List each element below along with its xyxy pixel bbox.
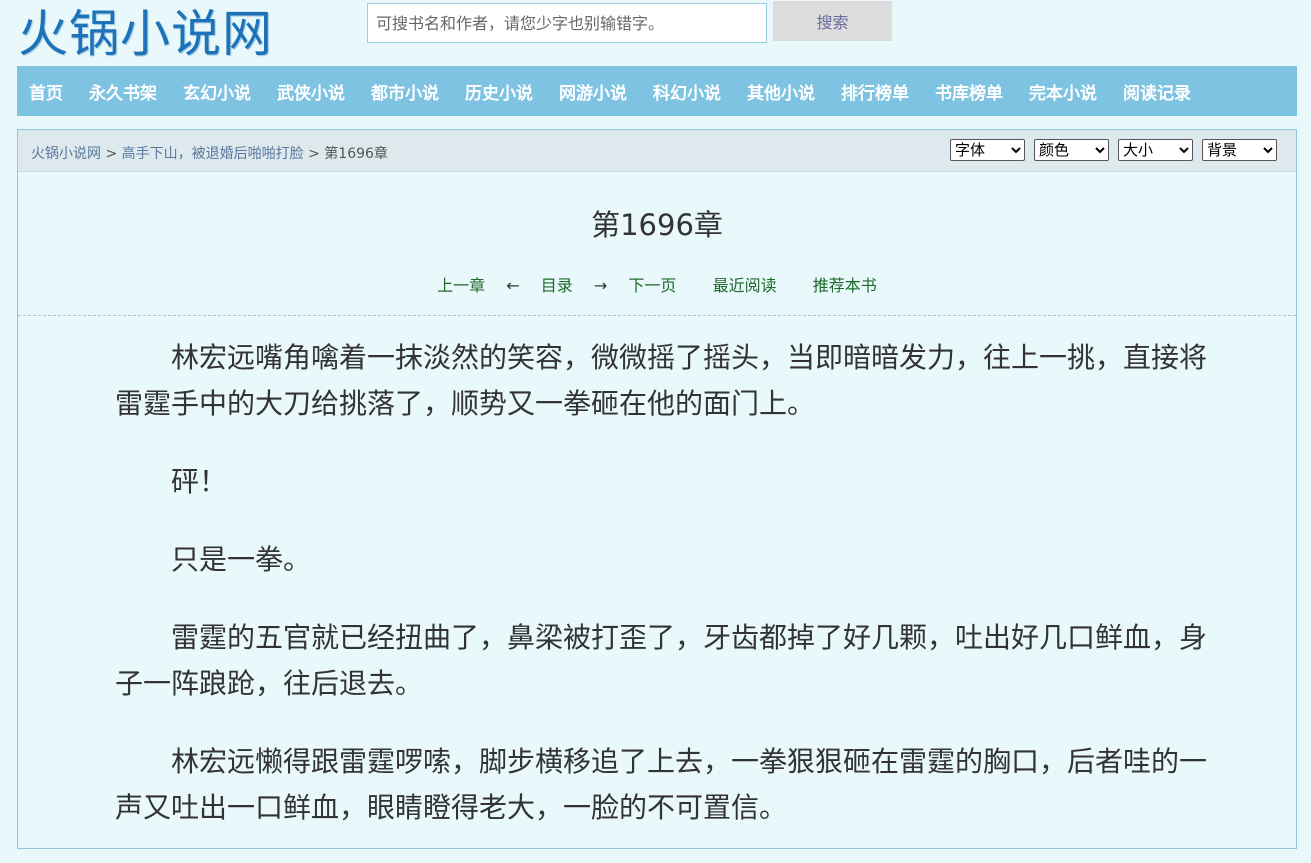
divider	[18, 315, 1296, 316]
breadcrumb-separator: >	[308, 146, 320, 162]
nav-wuxia[interactable]: 武侠小说	[277, 79, 345, 104]
nav-home[interactable]: 首页	[29, 79, 63, 104]
header: 火锅小说网 搜索	[0, 0, 1311, 66]
breadcrumb: 火锅小说网 > 高手下山，被退婚后啪啪打脸 > 第1696章	[31, 143, 388, 163]
right-arrow-icon: →	[593, 276, 608, 295]
breadcrumb-home[interactable]: 火锅小说网	[31, 146, 101, 162]
nav-wangyou[interactable]: 网游小说	[559, 79, 627, 104]
background-select[interactable]: 背景	[1202, 139, 1277, 161]
recommend-book-link[interactable]: 推荐本书	[813, 276, 877, 295]
paragraph: 砰！	[171, 465, 228, 498]
nav-xuanhuan[interactable]: 玄幻小说	[183, 79, 251, 104]
toc-link[interactable]: 目录	[541, 276, 573, 295]
recent-reading-link[interactable]: 最近阅读	[713, 276, 777, 295]
nav-completed[interactable]: 完本小说	[1029, 79, 1097, 104]
size-select[interactable]: 大小	[1118, 139, 1193, 161]
search-input[interactable]	[367, 3, 767, 43]
breadcrumb-current: 第1696章	[324, 146, 388, 162]
nav-lishi[interactable]: 历史小说	[465, 79, 533, 104]
nav-bookshelf[interactable]: 永久书架	[89, 79, 157, 104]
chapter-content: 林宏远嘴角噙着一抹淡然的笑容，微微摇了摇头，当即暗暗发力，往上一挑，直接将雷霆手…	[115, 335, 1215, 863]
left-arrow-icon: ←	[506, 276, 520, 295]
breadcrumb-bar: 火锅小说网 > 高手下山，被退婚后啪啪打脸 > 第1696章 字体 颜色 大小 …	[18, 130, 1296, 172]
site-logo[interactable]: 火锅小说网	[18, 0, 273, 66]
nav-library-ranking[interactable]: 书库榜单	[935, 79, 1003, 104]
nav-history[interactable]: 阅读记录	[1123, 79, 1191, 104]
nav-dushi[interactable]: 都市小说	[371, 79, 439, 104]
nav-qita[interactable]: 其他小说	[747, 79, 815, 104]
breadcrumb-book[interactable]: 高手下山，被退婚后啪啪打脸	[122, 146, 304, 162]
paragraph: 林宏远嘴角噙着一抹淡然的笑容，微微摇了摇头，当即暗暗发力，往上一挑，直接将雷霆手…	[115, 341, 1208, 420]
chapter-nav: 上一章 ← 目录 → 下一页 最近阅读 推荐本书	[18, 272, 1296, 296]
color-select[interactable]: 颜色	[1034, 139, 1109, 161]
prev-chapter-link[interactable]: 上一章	[437, 276, 485, 295]
next-page-link[interactable]: 下一页	[628, 276, 676, 295]
paragraph: 林宏远懒得跟雷霆啰嗦，脚步横移追了上去，一拳狠狠砸在雷霆的胸口，后者哇的一声又吐…	[115, 745, 1208, 824]
main-nav: 首页 永久书架 玄幻小说 武侠小说 都市小说 历史小说 网游小说 科幻小说 其他…	[17, 66, 1297, 116]
nav-ranking[interactable]: 排行榜单	[841, 79, 909, 104]
font-select[interactable]: 字体	[950, 139, 1025, 161]
search-button[interactable]: 搜索	[773, 1, 892, 41]
paragraph: 只是一拳。	[171, 543, 312, 576]
paragraph: 雷霆的五官就已经扭曲了，鼻梁被打歪了，牙齿都掉了好几颗，吐出好几口鲜血，身子一阵…	[115, 621, 1208, 700]
nav-kehuan[interactable]: 科幻小说	[653, 79, 721, 104]
breadcrumb-separator: >	[105, 146, 118, 162]
chapter-title: 第1696章	[591, 208, 723, 242]
reader-settings: 字体 颜色 大小 背景	[950, 139, 1277, 161]
reader-panel: 火锅小说网 > 高手下山，被退婚后啪啪打脸 > 第1696章 字体 颜色 大小 …	[17, 129, 1297, 849]
